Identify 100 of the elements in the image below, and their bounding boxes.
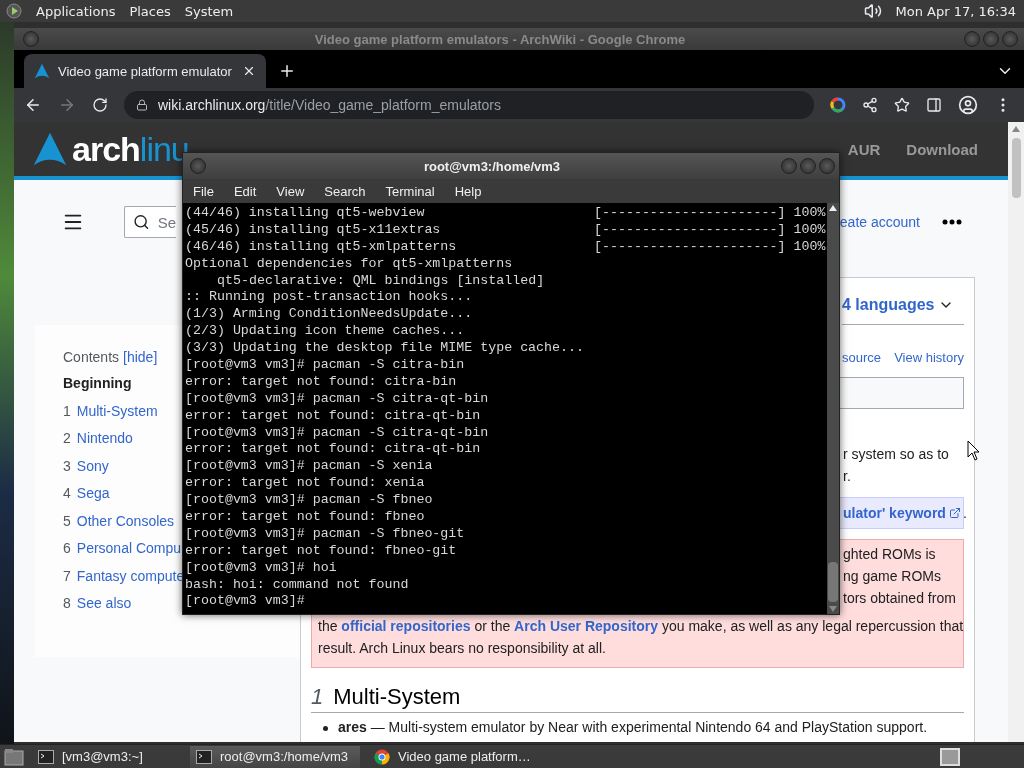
volume-icon[interactable] bbox=[863, 2, 882, 20]
warning-text: result. Arch Linux bears no responsibility at all. bbox=[318, 639, 606, 658]
warning-text: ghted ROMs is bbox=[843, 545, 936, 564]
clock: Mon Apr 17, 16:34 bbox=[895, 3, 1016, 19]
wiki-link[interactable]: Arch User Repository bbox=[514, 618, 659, 634]
warning-text: the official repositories or the Arch User Repository you make, as well as any legal repercussion that bbox=[318, 617, 964, 636]
page-link[interactable]: source bbox=[842, 350, 882, 365]
profile-icon[interactable] bbox=[958, 95, 978, 115]
terminal-line: error: target not found: fbneo-git bbox=[185, 542, 457, 560]
taskbar-item[interactable]: [vm3@vm3:~] bbox=[32, 745, 182, 768]
terminal-line: [root@vm3 vm3]# pacman -S xenia bbox=[185, 458, 433, 476]
input-field[interactable] bbox=[840, 377, 964, 409]
chrome-icon bbox=[374, 748, 390, 765]
workspace-icon[interactable] bbox=[940, 747, 960, 766]
terminal-line: (2/3) Updating icon theme caches... bbox=[185, 323, 465, 341]
toc-item[interactable]: 3 Sony bbox=[63, 457, 109, 485]
menu-item[interactable]: Terminal bbox=[385, 183, 435, 199]
terminal-icon bbox=[196, 749, 212, 764]
menu-logo-icon[interactable] bbox=[6, 3, 22, 19]
terminal-line: error: target not found: xenia bbox=[185, 475, 425, 493]
arch-logo-icon bbox=[34, 63, 50, 79]
section-heading: 1 Multi-System bbox=[311, 684, 964, 713]
google-icon[interactable] bbox=[830, 97, 846, 113]
terminal-line: [root@vm3 vm3]# hoi bbox=[185, 559, 337, 577]
menu-item[interactable]: View bbox=[276, 183, 305, 199]
nav-link[interactable]: Download bbox=[906, 140, 978, 158]
taskbar-item[interactable]: Video game platform… bbox=[368, 745, 548, 768]
toc-item[interactable]: Beginning bbox=[63, 375, 132, 403]
terminal-line: qt5-declarative: QML bindings [installed] bbox=[216, 272, 545, 290]
progress-bar-text: [----------------------] bbox=[594, 238, 786, 256]
browser-tab[interactable]: Video game platform emulator bbox=[24, 54, 266, 88]
create-account-link[interactable]: eate account bbox=[839, 214, 920, 230]
panel-menu[interactable]: System bbox=[184, 3, 234, 19]
terminal-icon bbox=[38, 749, 54, 764]
terminal-line: error: target not found: citra-qt-bin bbox=[185, 407, 481, 425]
bullet-dot bbox=[323, 726, 328, 731]
toc-item[interactable]: 8 See also bbox=[63, 595, 132, 623]
window-title: root@vm3:/home/vm3 bbox=[422, 158, 562, 174]
nav-link[interactable]: AUR bbox=[847, 140, 881, 158]
toc-item[interactable]: 6 Personal Compu bbox=[63, 540, 182, 568]
hide-link[interactable]: [hide] bbox=[123, 349, 158, 365]
progress-bar-text: [----------------------] bbox=[594, 205, 786, 222]
close-icon[interactable] bbox=[242, 64, 256, 78]
terminal-line: error: target not found: fbneo bbox=[185, 509, 425, 526]
list-item-text: ares — Multi-system emulator by Near with experimental Nintendo 64 and PlayStation support. bbox=[338, 719, 928, 735]
terminal-line: (1/3) Arming ConditionNeedsUpdate... bbox=[185, 306, 473, 324]
address-bar[interactable]: wiki.archlinux.org/title/Video_game_platform_emulators bbox=[124, 91, 814, 119]
terminal-line: error: target not found: citra-bin bbox=[185, 373, 457, 391]
star-icon[interactable] bbox=[894, 97, 910, 113]
taskbar-item[interactable]: root@vm3:/home/vm3 bbox=[190, 745, 360, 768]
toc-item[interactable]: 7 Fantasy compute bbox=[63, 567, 185, 595]
terminal-line: (3/3) Updating the desktop file MIME type cache... bbox=[185, 340, 584, 357]
terminal-line: error: target not found: citra-qt-bin bbox=[185, 441, 481, 459]
menu-item[interactable]: File bbox=[193, 183, 214, 199]
scrollbar[interactable] bbox=[827, 203, 839, 615]
percent-text: 100% bbox=[793, 221, 826, 239]
lock-icon bbox=[136, 99, 148, 111]
reload-icon[interactable] bbox=[92, 97, 108, 113]
progress-bar-text: [----------------------] bbox=[594, 221, 786, 239]
warning-text: ng game ROMs bbox=[843, 567, 942, 586]
window-title: Video game platform emulators - ArchWiki - Google Chrome bbox=[313, 31, 687, 47]
share-icon[interactable] bbox=[862, 97, 878, 113]
languages-button[interactable]: 4 languages bbox=[842, 288, 964, 325]
terminal-line: :: Running post-transaction hooks... bbox=[185, 289, 473, 307]
terminal-line: [root@vm3 vm3]# pacman -S fbneo bbox=[185, 492, 433, 510]
arch-logo-icon bbox=[32, 131, 68, 167]
panel-menu[interactable]: Places bbox=[129, 3, 171, 19]
side-panel-icon[interactable] bbox=[926, 97, 942, 113]
wiki-link[interactable]: official repositories bbox=[341, 618, 471, 634]
toc-title: Contents bbox=[63, 349, 120, 365]
external-link-icon bbox=[948, 507, 961, 519]
keyword-link[interactable]: ulator' keyword bbox=[843, 505, 961, 521]
terminal-line: (46/46) installing qt5-xmlpatterns bbox=[185, 238, 458, 256]
scrollbar[interactable] bbox=[1008, 122, 1024, 742]
terminal-line: [root@vm3 vm3]# pacman -S citra-qt-bin bbox=[185, 390, 489, 408]
menu-item[interactable]: Search bbox=[324, 183, 366, 199]
paragraph-text: r. bbox=[843, 467, 851, 486]
menu-item[interactable]: Help bbox=[454, 183, 482, 199]
toc-item[interactable]: 5 Other Consoles bbox=[63, 512, 175, 540]
terminal-line: [root@vm3 vm3]# bbox=[185, 593, 305, 611]
toc-item[interactable]: 2 Nintendo bbox=[63, 430, 133, 458]
toc-item[interactable]: 4 Sega bbox=[63, 485, 110, 513]
terminal-line: Optional dependencies for qt5-xmlpatterns bbox=[185, 255, 513, 273]
more-icon[interactable] bbox=[942, 219, 962, 225]
toc-item[interactable]: 1 Multi-System bbox=[63, 402, 158, 430]
terminal-line: [root@vm3 vm3]# pacman -S citra-bin bbox=[185, 357, 465, 374]
plus-icon[interactable] bbox=[278, 62, 296, 80]
paragraph-text: r system so as to bbox=[843, 445, 949, 464]
percent-text: 100% bbox=[793, 205, 826, 222]
terminal-line: [root@vm3 vm3]# pacman -S fbneo-git bbox=[185, 525, 465, 543]
back-icon[interactable] bbox=[24, 96, 42, 114]
terminal-line: (45/46) installing qt5-x11extras bbox=[185, 221, 442, 239]
search-field[interactable]: Se bbox=[124, 206, 176, 238]
show-desktop-icon[interactable] bbox=[4, 747, 24, 766]
menu-item[interactable]: Edit bbox=[233, 183, 257, 199]
forward-icon[interactable] bbox=[58, 96, 76, 114]
page-link[interactable]: View history bbox=[894, 350, 964, 365]
panel-menu[interactable]: Applications bbox=[36, 3, 116, 19]
search-icon bbox=[133, 213, 150, 231]
terminal-line: bash: hoi: command not found bbox=[185, 576, 409, 594]
